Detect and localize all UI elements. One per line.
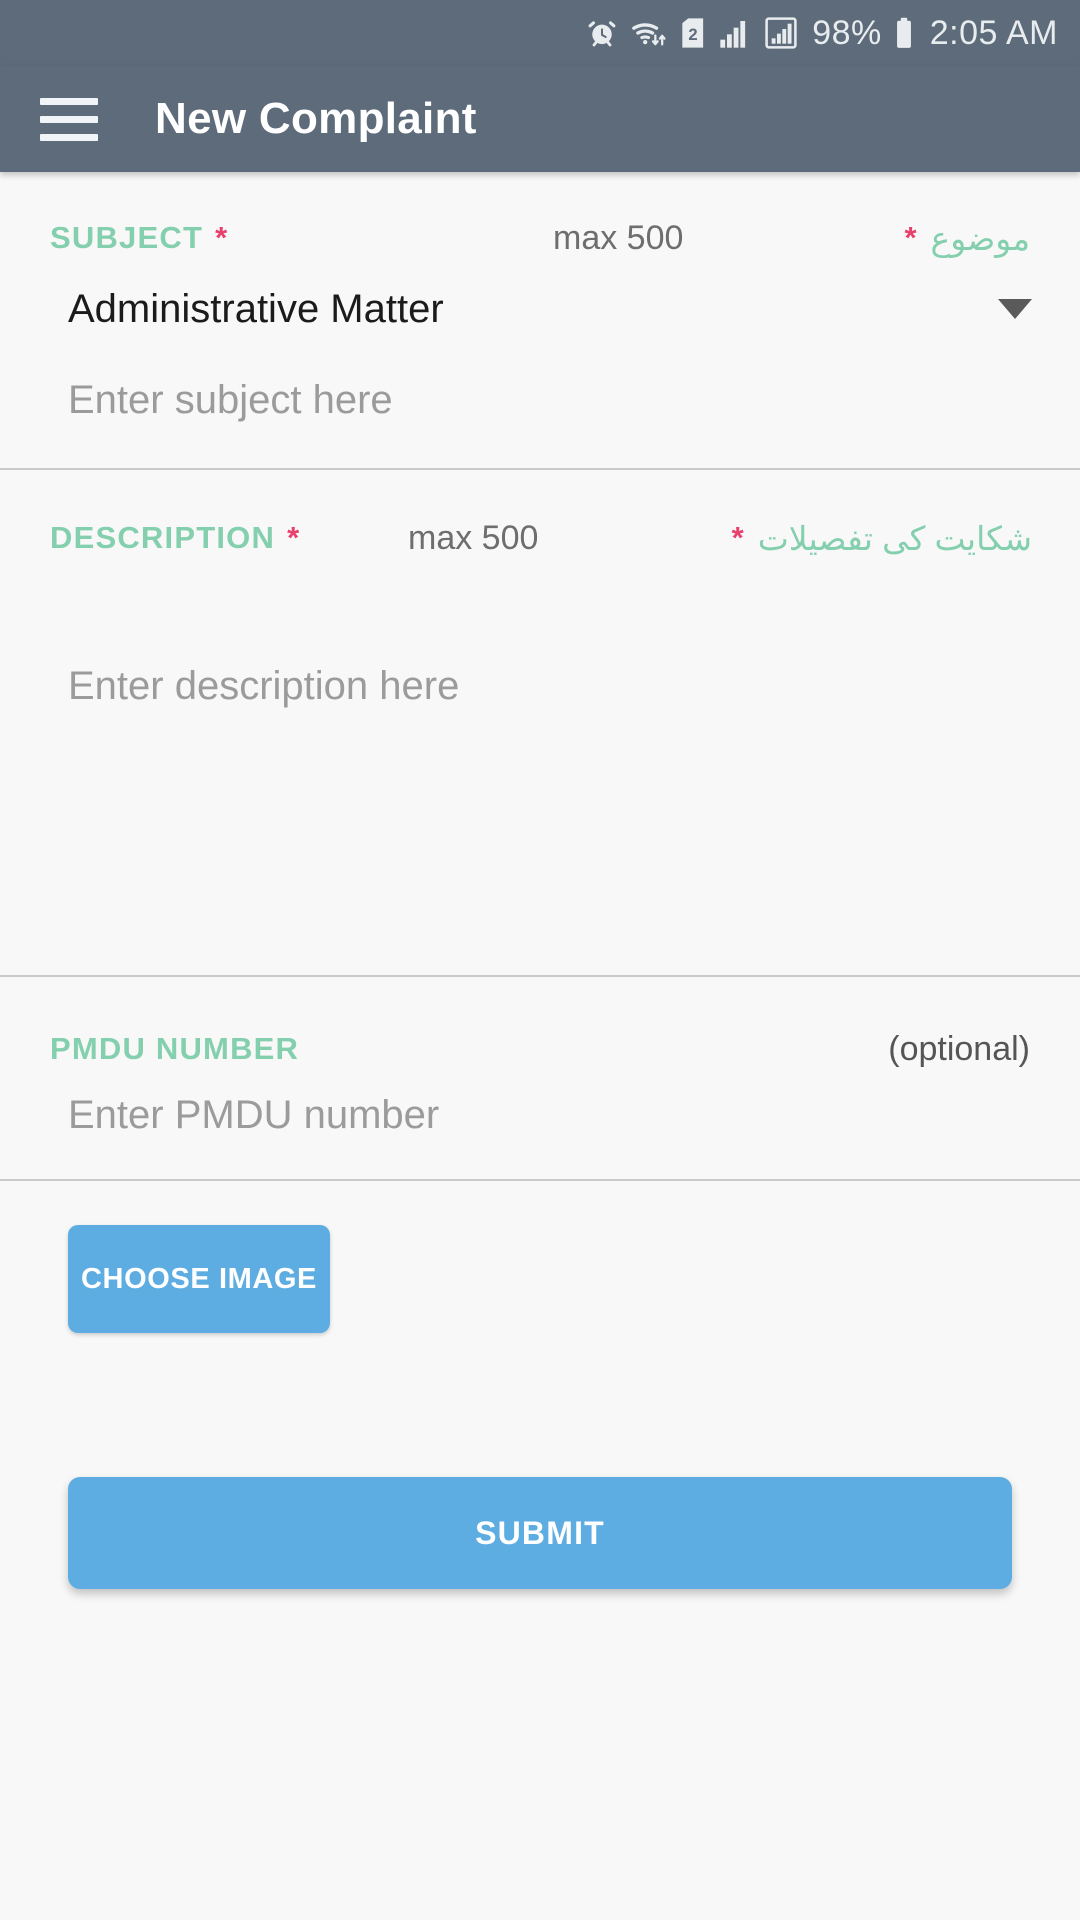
subject-required-asterisk-urdu: * [904, 220, 917, 255]
hamburger-bar [40, 133, 98, 141]
status-bar: 2 98% 2:05 AM [0, 0, 1080, 66]
pmdu-label: PMDU NUMBER [50, 1031, 300, 1066]
pmdu-input[interactable]: Enter PMDU number [0, 1075, 1080, 1155]
description-section: DESCRIPTION * max 500 * شکایت کی تفصیلات… [0, 470, 1080, 975]
description-label: DESCRIPTION [50, 520, 276, 555]
clock-label: 2:05 AM [929, 13, 1058, 52]
pmdu-optional-note: (optional) [888, 1029, 1030, 1068]
subject-category-value: Administrative Matter [68, 286, 444, 331]
subject-label: SUBJECT [50, 220, 204, 255]
description-input-placeholder: Enter description here [68, 664, 460, 708]
subject-max-note: max 500 [553, 218, 684, 257]
description-max-note: max 500 [408, 518, 539, 557]
description-input[interactable]: Enter description here [0, 650, 1080, 950]
signal-boxed-icon [764, 17, 798, 49]
actions-section: CHOOSE IMAGE SUBMIT [0, 1181, 1080, 1589]
subject-category-dropdown[interactable]: Administrative Matter [0, 264, 1080, 354]
page-title: New Complaint [155, 94, 477, 143]
pmdu-section: PMDU NUMBER (optional) Enter PMDU number [0, 977, 1080, 1179]
wifi-icon [630, 17, 668, 49]
hamburger-menu-icon[interactable] [40, 97, 98, 141]
form-content: SUBJECT * max 500 * موضوع Administrative… [0, 172, 1080, 1920]
subject-input[interactable]: Enter subject here [0, 354, 1080, 446]
battery-icon [894, 17, 914, 49]
svg-text:2: 2 [689, 25, 698, 44]
chevron-down-icon [998, 299, 1032, 319]
subject-label-urdu: موضوع [930, 219, 1030, 257]
subject-input-placeholder: Enter subject here [68, 377, 393, 422]
subject-section: SUBJECT * max 500 * موضوع Administrative… [0, 172, 1080, 468]
subject-required-asterisk: * [215, 220, 228, 255]
submit-button-wrap: SUBMIT [0, 1333, 1080, 1589]
pmdu-label-row: PMDU NUMBER (optional) [0, 1023, 1080, 1075]
description-required-asterisk: * [287, 520, 300, 555]
description-required-asterisk-urdu: * [731, 520, 744, 555]
hamburger-bar [40, 115, 98, 123]
description-label-row: DESCRIPTION * max 500 * شکایت کی تفصیلات [0, 512, 1080, 564]
signal-bars-icon [718, 17, 752, 49]
description-label-urdu: شکایت کی تفصیلات [757, 519, 1032, 557]
subject-label-row: SUBJECT * max 500 * موضوع [0, 212, 1080, 264]
sim-2-icon: 2 [680, 17, 706, 49]
description-urdu-wrap: * شکایت کی تفصیلات [732, 519, 1032, 558]
pmdu-input-placeholder: Enter PMDU number [68, 1092, 440, 1137]
alarm-icon [586, 17, 618, 49]
subject-urdu-wrap: * موضوع [904, 219, 1030, 258]
app-bar: New Complaint [0, 66, 1080, 172]
battery-percent-label: 98% [812, 13, 882, 52]
hamburger-bar [40, 97, 98, 105]
submit-button[interactable]: SUBMIT [68, 1477, 1012, 1589]
choose-image-button[interactable]: CHOOSE IMAGE [68, 1225, 330, 1333]
